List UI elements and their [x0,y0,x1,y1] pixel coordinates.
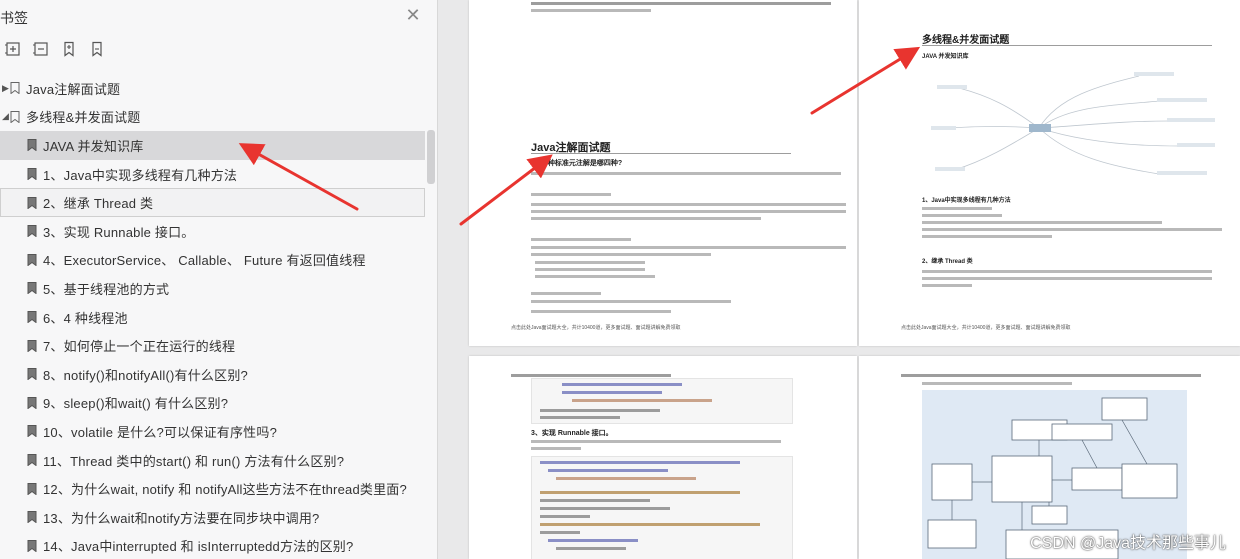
page-subheading: 4种标准元注解是哪四种? [544,160,623,167]
bookmark-item[interactable]: ◢ 多线程&并发面试题 [0,103,425,132]
add-bookmark-icon[interactable] [60,40,78,58]
bookmark-icon [27,282,37,295]
bookmark-label: 11、Thread 类中的start() 和 run() 方法有什么区别? [43,453,345,469]
collapse-triangle-icon[interactable]: ◢ [2,111,10,122]
bookmark-item[interactable]: 13、为什么wait和notify方法要在同步块中调用? [0,503,425,532]
bookmark-icon [27,425,37,438]
bookmark-icon [10,82,20,95]
pdf-page: 3、实现 Runnable 接口。 [469,356,857,559]
code-block [531,456,793,559]
bookmark-icon [27,196,37,209]
bookmark-item[interactable]: ▶ Java注解面试题 [0,74,425,103]
bookmark-label: 2、继承 Thread 类 [43,196,154,212]
bookmark-label: 4、ExecutorService、 Callable、 Future 有返回值… [43,253,366,269]
bookmark-label: 8、notify()和notifyAll()有什么区别? [43,367,248,383]
bookmark-item[interactable]: 4、ExecutorService、 Callable、 Future 有返回值… [0,246,425,275]
bookmark-icon[interactable] [88,40,106,58]
bookmark-label: 3、实现 Runnable 接口。 [43,224,195,240]
collapse-all-icon[interactable] [32,40,50,58]
bookmark-item[interactable]: 1、Java中实现多线程有几种方法 [0,160,425,189]
panel-title: 书签 [0,10,28,26]
bookmark-item[interactable]: 8、notify()和notifyAll()有什么区别? [0,360,425,389]
bookmark-label: 14、Java中interrupted 和 isInterruptedd方法的区… [43,539,354,555]
page-heading: 多线程&并发面试题 [922,35,1010,46]
bookmark-item[interactable]: 6、4 种线程池 [0,303,425,332]
bookmark-item[interactable]: 3、实现 Runnable 接口。 [0,217,425,246]
pdf-page: Java注解面试题 4种标准元注解是哪四种? 点击此处Java面试题大全，共计1… [469,0,857,346]
page-subheading: JAVA 并发知识库 [922,54,969,60]
bookmark-item[interactable]: 14、Java中interrupted 和 isInterruptedd方法的区… [0,532,425,559]
bookmark-item[interactable]: 5、基于线程池的方式 [0,274,425,303]
bookmark-label: 6、4 种线程池 [43,310,128,326]
bookmark-item-selected[interactable]: JAVA 并发知识库 [0,131,425,160]
bookmark-icon [27,454,37,467]
expand-triangle-icon[interactable]: ▶ [2,83,10,94]
bookmarks-panel: 书签 ✕ ▶ Java注解面试题 ◢ 多线程&并发面试题 JAVA 并发知识库 [0,0,438,559]
bookmark-item[interactable]: 9、sleep()和wait() 有什么区别? [0,389,425,418]
bookmark-item[interactable]: 2、继承 Thread 类 [0,188,425,217]
bookmark-label: 7、如何停止一个正在运行的线程 [43,339,236,355]
bookmark-icon [27,311,37,324]
page-footer: 点击此处Java面试题大全，共计10400道，更多面试题、面试题讲解免费领取 [901,325,1071,331]
bookmark-icon [27,539,37,552]
bookmark-item[interactable]: 7、如何停止一个正在运行的线程 [0,331,425,360]
bookmark-label: 5、基于线程池的方式 [43,281,170,297]
bookmark-icon [27,511,37,524]
bookmark-icon [27,168,37,181]
close-icon[interactable]: ✕ [404,6,422,24]
bookmark-icon [27,396,37,409]
bookmark-label: Java注解面试题 [26,81,121,97]
bookmark-item[interactable]: 10、volatile 是什么?可以保证有序性吗? [0,417,425,446]
panel-scrollbar[interactable] [427,130,435,184]
bookmark-tree: ▶ Java注解面试题 ◢ 多线程&并发面试题 JAVA 并发知识库 1、Jav… [0,74,425,559]
bookmark-label: JAVA 并发知识库 [43,138,144,154]
bookmark-icon [27,139,37,152]
bookmark-icon [27,482,37,495]
bookmark-label: 13、为什么wait和notify方法要在同步块中调用? [43,510,320,526]
bookmark-toolbar [4,40,106,58]
bookmark-icon [10,110,20,123]
section-heading: 3、实现 Runnable 接口。 [531,430,613,437]
bookmark-icon [27,225,37,238]
mind-map-image [931,72,1215,175]
page-footer: 点击此处Java面试题大全，共计10400道，更多面试题、面试题讲解免费领取 [511,325,681,331]
expand-all-icon[interactable] [4,40,22,58]
section-heading: 1、Java中实现多线程有几种方法 [922,198,1011,204]
document-view: Java注解面试题 4种标准元注解是哪四种? 点击此处Java面试题大全，共计1… [438,0,1240,559]
bookmark-label: 1、Java中实现多线程有几种方法 [43,167,238,183]
code-block [531,378,793,424]
bookmark-item[interactable]: 11、Thread 类中的start() 和 run() 方法有什么区别? [0,446,425,475]
bookmark-item[interactable]: 12、为什么wait, notify 和 notifyAll这些方法不在thre… [0,474,425,503]
pdf-page: 多线程&并发面试题 JAVA 并发知识库 1、Java中实现多线程有几种方法 2… [859,0,1240,346]
bookmark-icon [27,368,37,381]
bookmark-label: 10、volatile 是什么?可以保证有序性吗? [43,424,277,440]
bookmark-icon [27,253,37,266]
watermark: CSDN @Java技术那些事儿 [1030,535,1226,552]
bookmark-icon [27,339,37,352]
bookmark-label: 12、为什么wait, notify 和 notifyAll这些方法不在thre… [43,482,407,498]
bookmark-label: 多线程&并发面试题 [26,110,141,126]
section-heading: 2、继承 Thread 类 [922,259,973,265]
bookmark-label: 9、sleep()和wait() 有什么区别? [43,396,229,412]
